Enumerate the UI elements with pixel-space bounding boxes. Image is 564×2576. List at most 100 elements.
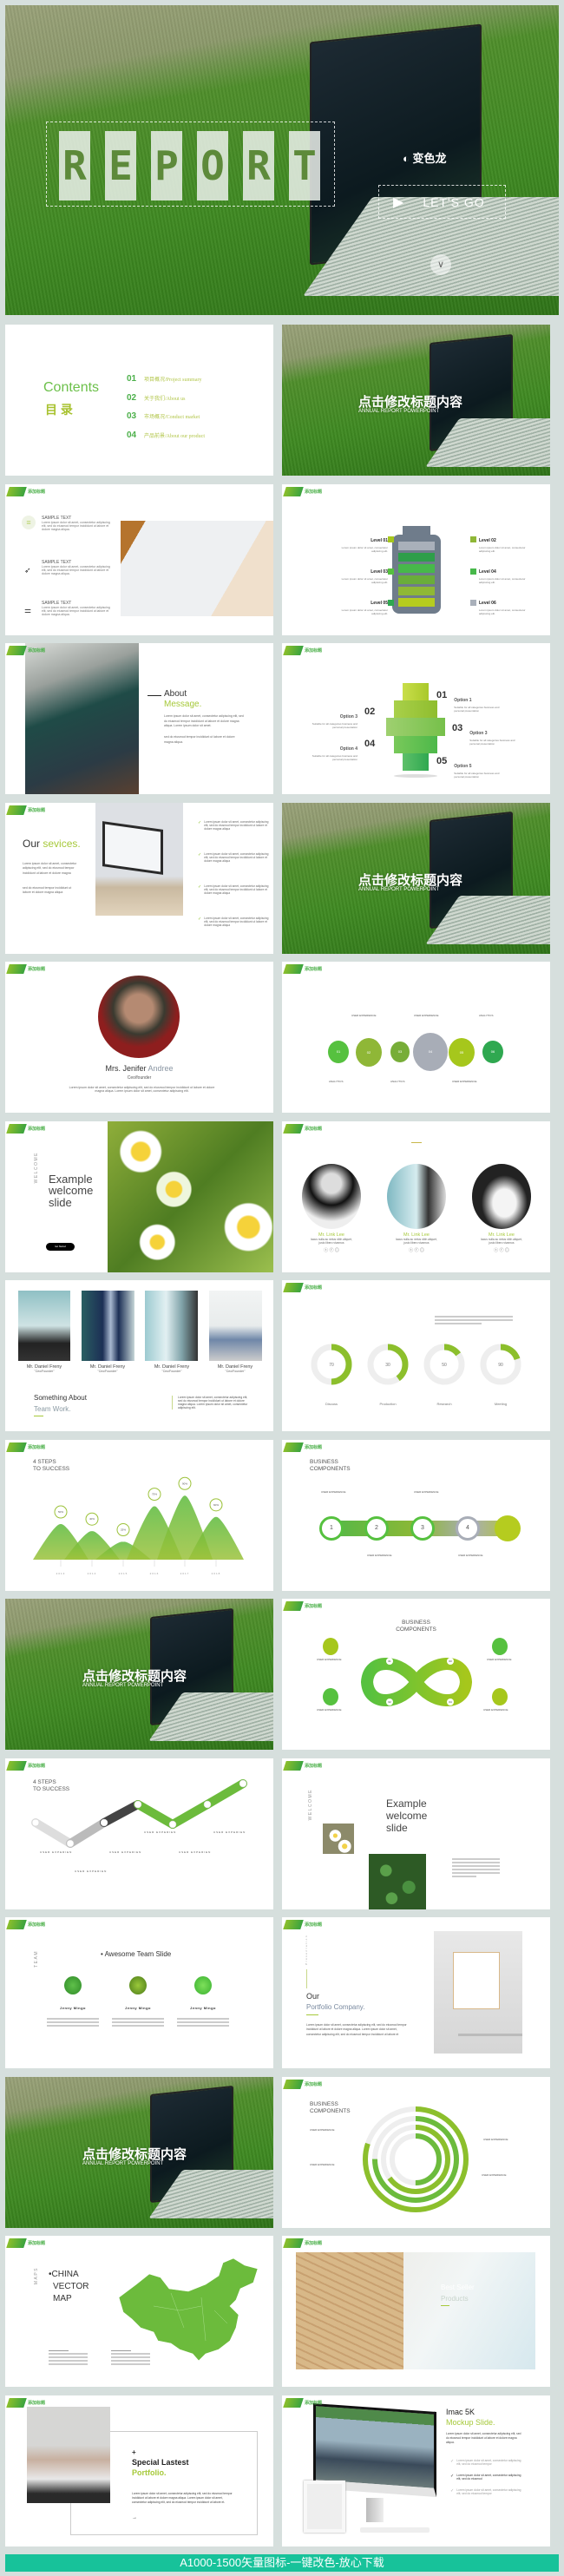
slide-welcome[interactable]: 添加标题 WELCOME Example welcome slide Get Sta… <box>5 1120 273 1272</box>
slide-portfolio-company[interactable]: 添加标题 Presentation Our Portfolio Company.… <box>282 1917 550 2068</box>
mountain-chart: 50% 2013 40% 2014 25% 2015 75% 2016 90% 2017 60% 20… <box>33 1476 244 1575</box>
slide-contents[interactable]: Contents 目 录 01 项目概况/Project summary 02 关于… <box>5 325 273 476</box>
slide-battery[interactable]: 添加标题 Level 01 Lorem ipsum dolor sit amet,… <box>282 483 550 635</box>
facebook-icon[interactable]: ⓕ <box>499 1248 503 1253</box>
presentation-vertical-label: Presentation <box>305 1935 308 1965</box>
slide-tag: 添加标题 <box>6 2238 45 2248</box>
ring-chart <box>363 2106 469 2212</box>
get-started-button[interactable]: Get Started <box>46 1242 75 1251</box>
level-marker <box>388 599 394 606</box>
info-dot <box>323 1638 338 1655</box>
ring-label: USER EXPERIENCE <box>310 2127 335 2132</box>
accent-line <box>306 1969 307 1988</box>
contents-item[interactable]: 03 市场概况/Conduct market <box>127 407 205 426</box>
slide-options[interactable]: 添加标题 01 Option 1 Suitable for all categori… <box>282 643 550 794</box>
slide-welcome-2[interactable]: 添加标题 WELCOME Example welcome slide <box>282 1758 550 1909</box>
step-node <box>203 1800 212 1808</box>
team-member: Mr. Daniel Freny "Ceo/Founder" <box>89 1364 126 1373</box>
slide-sample-text[interactable]: 添加标题 ≡ ➶ ⚌ SAMPLE TEXT Lorem ipsum dolor … <box>5 483 273 635</box>
item-label: 项目概况/Project summary <box>144 378 202 384</box>
donut-value: 30 <box>385 1363 390 1368</box>
step-label: USER EXPERIEN <box>75 1869 108 1873</box>
slide-zigzag-steps[interactable]: 添加标题 4 STEPS TO SUCCESS USER EXPERIEN USE… <box>5 1758 273 1909</box>
check-list: ✓ Lorem ipsum dolor sit amet, consectetur… <box>198 820 269 949</box>
chevron-down-icon[interactable]: ∨ <box>430 254 451 275</box>
option-item: 04 Option 4 Suitable for all categories bu… <box>312 739 376 761</box>
contents-item[interactable]: 01 项目概况/Project summary <box>127 370 205 389</box>
team-body: Lorem ipsum dolor sit amet, consectetur … <box>172 1396 250 1410</box>
slide-team-three[interactable]: 添加标题 Mr. Link Lee lacus nulla ac netus ni… <box>282 1120 550 1272</box>
slide-imac-mockup[interactable]: 添加标题 Imac 5K Mockup Slide. Lorem ipsum d… <box>282 2395 550 2546</box>
timeline-label: USER EXPERIENCE <box>452 1080 477 1083</box>
slide-profile[interactable]: 添加标题 Mrs. Jenifer Andree Ceo/founder Lor… <box>5 962 273 1113</box>
report-letter: R <box>243 131 274 200</box>
special-title: Special Lastest <box>132 2457 189 2467</box>
check-icon: ✓ <box>450 2473 455 2479</box>
slide-circle-timeline[interactable]: 添加标题 01 02 03 04 05 06 USER EXPERIENCE USER E… <box>282 962 550 1113</box>
download-banner[interactable]: A1000-1500矢量图标-一键改色-放心下载 <box>5 2554 559 2572</box>
slide-title-photo[interactable]: 点击修改标题内容 ANNUAL REPORT POWERPOINT <box>5 2076 273 2228</box>
check-icon: ✓ <box>198 884 202 890</box>
twitter-icon[interactable]: ⓣ <box>494 1248 498 1253</box>
slide-awesome-team[interactable]: 添加标题 TEAM • Awesome Team Slide Jenny Min… <box>5 1917 273 2068</box>
portfolio-subtitle: Portfolio Company. <box>306 2003 365 2011</box>
slide-china-map[interactable]: 添加标题 MAPS •CHINA VECTOR MAP <box>5 2236 273 2387</box>
slide-tag: 添加标题 <box>6 964 45 974</box>
slide-title-photo[interactable]: 点击修改标题内容 ANNUAL REPORT POWERPOINT <box>282 325 550 476</box>
chain-label: USER EXPERIENCE <box>321 1489 346 1494</box>
step-segment <box>100 1799 142 1827</box>
slide-title: 点击修改标题内容 <box>358 395 463 410</box>
chain-label: USER EXPERIENCE <box>414 1489 439 1494</box>
chain-node: 3 <box>410 1515 435 1541</box>
services-title: Our sevices. <box>23 837 81 850</box>
slide-products[interactable]: 添加标题 Best Seller Products <box>282 2236 550 2387</box>
contents-item[interactable]: 04 产品前景/About our product <box>127 426 205 445</box>
team-member: Mr. Daniel Freny "Ceo/Founder" <box>154 1364 190 1373</box>
level-item: Level 04 Lorem ipsum dolor sit amet, cons… <box>479 568 526 584</box>
slide-services[interactable]: 添加标题 Our sevices. Lorem ipsum dolor sit … <box>5 802 273 954</box>
special-body: Lorem ipsum dolor sit amet, consectetur … <box>132 2491 233 2505</box>
infinity-node: 04 <box>447 1699 454 1705</box>
slide-tag: 添加标题 <box>283 2079 322 2089</box>
twitter-icon[interactable]: ⓣ <box>324 1248 328 1253</box>
slide-rings[interactable]: 添加标题 BUSINESS COMPONENTS USER EXPERIENCE … <box>282 2076 550 2228</box>
contents-item[interactable]: 02 关于我们/About us <box>127 389 205 408</box>
lets-go-button[interactable]: ▶ LET'S GO <box>378 185 506 219</box>
slide-about-message[interactable]: 添加标题 About Message. Lorem ipsum dolor si… <box>5 643 273 794</box>
slide-special-portfolio[interactable]: 添加标题 + Special Lastest Portfolio. Lorem … <box>5 2395 273 2546</box>
level-marker <box>470 568 476 575</box>
step-label: USER EXPERIEN <box>109 1850 142 1854</box>
info-label: USER EXPERIENCE <box>317 1658 342 1661</box>
instagram-icon[interactable]: ◎ <box>335 1248 339 1253</box>
facebook-icon[interactable]: ⓕ <box>414 1248 418 1253</box>
instagram-icon[interactable]: ◎ <box>505 1248 509 1253</box>
battery-bar <box>398 541 435 550</box>
slide-title-photo[interactable]: 点击修改标题内容 ANNUAL REPORT POWERPOINT <box>282 802 550 954</box>
battery-bar <box>398 552 435 562</box>
option-item: 03 Option 3 Suitable for all categories bu… <box>452 723 515 746</box>
sketch-photo <box>121 520 273 616</box>
slide-business-chain[interactable]: 添加标题 BUSINESS COMPONENTS 1234 USER EXPERI… <box>282 1439 550 1591</box>
keyboard <box>360 2527 430 2533</box>
slide-tag: 添加标题 <box>6 2397 45 2408</box>
slide-infinity[interactable]: 添加标题 BUSINESS COMPONENTS 01 02 03 04 USER… <box>282 1599 550 1750</box>
sliders-icon: ⚌ <box>24 605 32 614</box>
slide-mountain-chart[interactable]: 添加标题 4 STEPS TO SUCCESS 50% 2013 40% 2014 25%… <box>5 1439 273 1591</box>
year-label: 2017 <box>180 1572 190 1575</box>
slide-team-four[interactable]: Mr. Daniel Freny "Ceo/Founder" Mr. Daniel… <box>5 1280 273 1431</box>
chain-node: 2 <box>364 1515 389 1541</box>
zigzag-graphic <box>31 1778 247 1848</box>
china-map[interactable] <box>119 2258 259 2362</box>
arrow-right-icon[interactable]: → <box>132 2515 137 2520</box>
profile-bio: Lorem ipsum dolor sit amet, consectetur … <box>69 1086 215 1093</box>
check-icon: ✓ <box>198 851 202 858</box>
twitter-icon[interactable]: ⓣ <box>409 1248 413 1253</box>
report-letter: P <box>151 131 182 200</box>
instagram-icon[interactable]: ◎ <box>420 1248 424 1253</box>
slide-title-photo[interactable]: 点击修改标题内容 ANNUAL REPORT POWERPOINT <box>5 1599 273 1750</box>
facebook-icon[interactable]: ⓕ <box>329 1248 333 1253</box>
battery-icon <box>392 525 441 614</box>
slide-donuts[interactable]: 添加标题 70 30 50 90 Discuss Production Research M… <box>282 1280 550 1431</box>
welcome-title: Example welcome slide <box>49 1172 94 1209</box>
peak-label: 25% <box>121 1528 126 1531</box>
